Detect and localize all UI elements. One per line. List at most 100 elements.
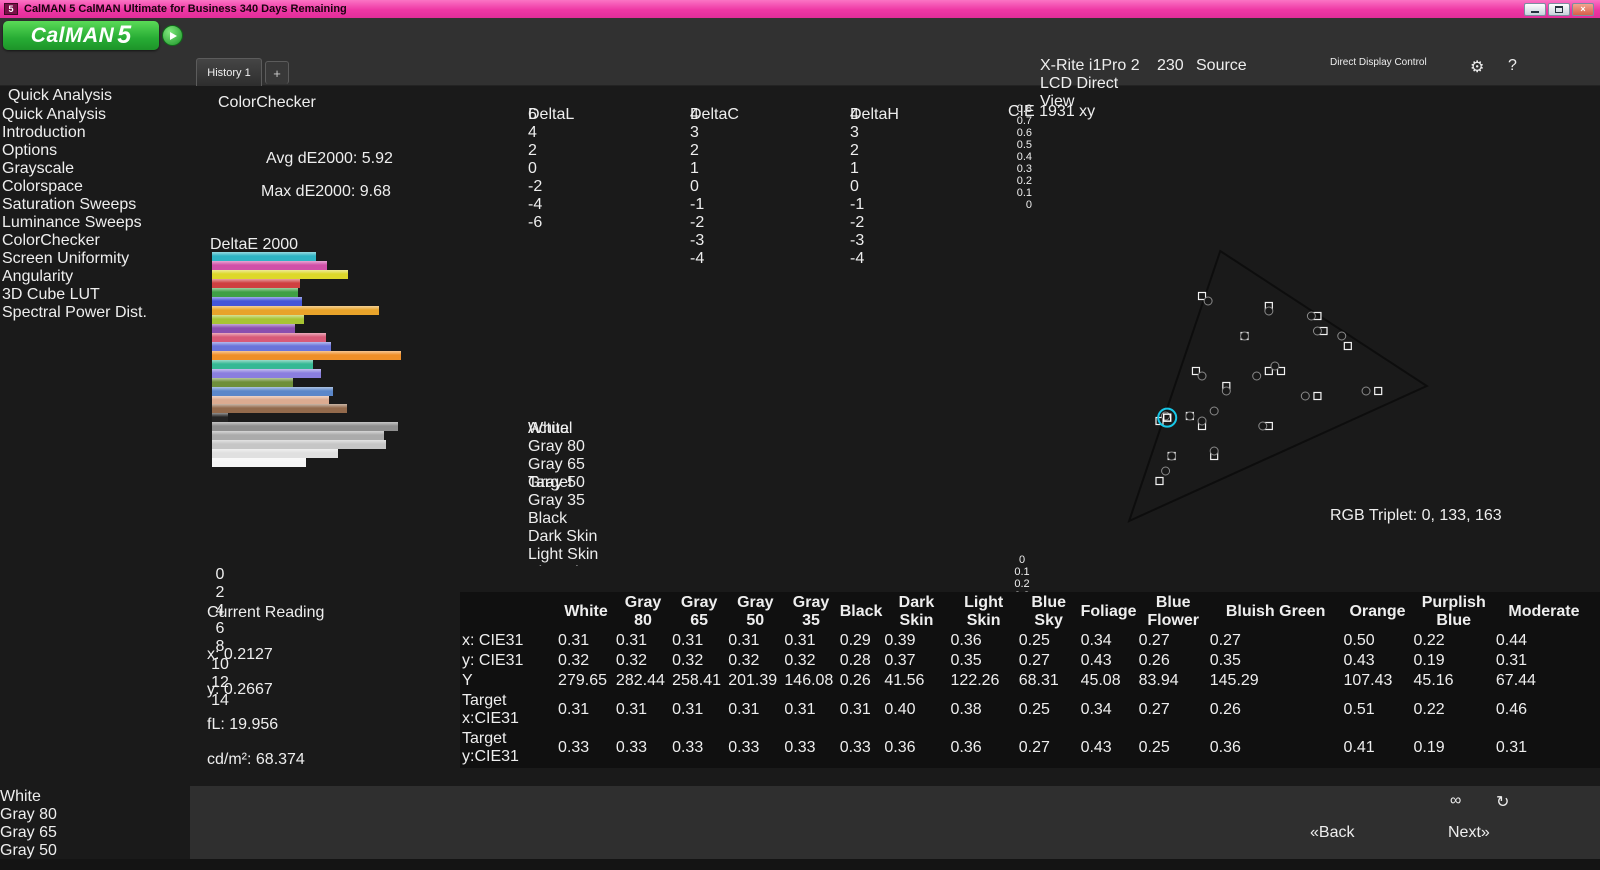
table-cell: 0.31 <box>672 632 704 649</box>
play-button[interactable] <box>1358 792 1398 818</box>
cie-measured-point <box>1161 411 1171 421</box>
table-cell: 146.08 <box>784 672 834 689</box>
table-cell: 0.32 <box>728 652 760 669</box>
table-cell: 0.36 <box>950 739 982 756</box>
sidebar-item-grayscale[interactable]: Grayscale <box>2 160 187 178</box>
table-scrollbar[interactable] <box>460 769 1600 782</box>
table-cell: 0.31 <box>728 632 760 649</box>
cie-target-point <box>1155 476 1164 486</box>
sidebar-item-colorspace[interactable]: Colorspace <box>2 178 187 196</box>
bar-gray-65 <box>212 440 387 450</box>
next-label: Next <box>1448 824 1481 841</box>
col-header-blue-sky: Blue Sky <box>1031 594 1066 629</box>
maximize-button[interactable] <box>1548 2 1570 16</box>
col-header-dark-skin: Dark Skin <box>898 594 935 629</box>
table-cell: 122.26 <box>950 672 1000 689</box>
col-header-bluish-green: Bluish Green <box>1225 603 1326 620</box>
reading-cdm2: cd/m²: 68.374 <box>207 751 305 768</box>
sidebar-root-quick-analysis[interactable]: Quick Analysis <box>2 106 187 124</box>
cie-measured-point <box>1240 331 1250 341</box>
swatch-label-white: White <box>528 420 569 437</box>
minimize-button[interactable] <box>1524 2 1546 16</box>
horizontal-scrollbar[interactable] <box>190 846 1600 859</box>
maximize-icon <box>1555 5 1563 13</box>
logo-text: CalMAN <box>30 23 115 47</box>
sidebar-item-saturation-sweeps[interactable]: Saturation Sweeps <box>2 196 187 214</box>
swatch-grid: White Gray 80 Gray 65 Gray 50 Gray 35 Black Da… <box>528 420 995 566</box>
app-icon: 5 <box>4 3 18 15</box>
table-cell: 0.41 <box>1343 739 1375 756</box>
table-row: Target x:CIE31 0.31 0.31 0.31 0.31 0.31 0.31 0.… <box>462 692 1592 728</box>
sidebar-item-3d-cube-lut[interactable]: 3D Cube LUT <box>2 286 187 304</box>
refresh-icon: ↻ <box>1496 794 1510 811</box>
table-cell: 0.19 <box>1413 739 1445 756</box>
table-cell: 0.33 <box>839 739 871 756</box>
table-row: Target y:CIE31 0.33 0.33 0.33 0.33 0.33 0.33 0.… <box>462 730 1592 766</box>
deltae-chart: DeltaE 2000 0 2 4 6 8 10 12 14 <box>210 236 506 709</box>
titlebar: 5 CalMAN 5 CalMAN Ultimate for Business … <box>0 0 1600 18</box>
row-label-y-cie31: y: CIE31 <box>462 652 524 669</box>
cie-measured-point <box>1361 386 1371 396</box>
gamut-triangle <box>1127 249 1429 523</box>
logo-arrow-button[interactable] <box>162 25 183 46</box>
col-header-purplish-blue: Purplish Blue <box>1421 594 1486 629</box>
bar-blue-sky <box>212 386 334 396</box>
cie-measured-point <box>1209 406 1219 416</box>
sidebar-item-screen-uniformity[interactable]: Screen Uniformity <box>2 250 187 268</box>
col-header-light-skin: Light Skin <box>964 594 1004 629</box>
row-label-y: Y <box>462 672 473 689</box>
continuous-button[interactable]: ∞ <box>1450 792 1490 818</box>
bar-yellow-green <box>212 314 304 324</box>
table-cell: 0.34 <box>1080 701 1112 718</box>
close-button[interactable]: × <box>1572 2 1594 16</box>
table-cell: 0.28 <box>839 652 871 669</box>
table-cell: 0.33 <box>672 739 704 756</box>
calman-logo: CalMAN 5 <box>3 21 159 50</box>
table-cell: 0.43 <box>1080 739 1112 756</box>
chevron-left-icon: « <box>1310 824 1319 841</box>
deltal-bar <box>555 120 662 245</box>
table-cell: 0.33 <box>784 739 816 756</box>
swatch-label-gray-65: Gray 65 <box>528 456 585 473</box>
swatch-label-black: Black <box>528 510 568 527</box>
sidebar-item-colorchecker[interactable]: ColorChecker <box>2 232 187 250</box>
bar-purple <box>212 323 296 333</box>
table-cell: 0.26 <box>1209 701 1241 718</box>
table-cell: 0.39 <box>884 632 916 649</box>
table-cell: 0.31 <box>784 632 816 649</box>
reading-fl: fL: 19.956 <box>207 716 279 733</box>
table-cell: 0.36 <box>1209 739 1241 756</box>
bar-bluish-green <box>212 359 313 369</box>
table-cell: 45.16 <box>1413 672 1454 689</box>
sidebar-item-spectral-power-dist[interactable]: Spectral Power Dist. <box>2 304 187 322</box>
refresh-button[interactable]: ↻ <box>1496 792 1536 818</box>
bookmark-button[interactable] <box>1404 792 1444 818</box>
bar-gray-80 <box>212 449 339 459</box>
cie-measured-point <box>1209 446 1219 456</box>
table-corner <box>462 594 556 630</box>
table-cell: 0.27 <box>1138 701 1170 718</box>
table-cell: 258.41 <box>672 672 722 689</box>
cie-chart-title: CIE 1931 xy <box>1008 103 1096 120</box>
table-cell: 107.43 <box>1343 672 1393 689</box>
table-cell: 0.35 <box>950 652 982 669</box>
bar-orange <box>212 350 402 360</box>
sidebar-item-luminance-sweeps[interactable]: Luminance Sweeps <box>2 214 187 232</box>
table-cell: 0.31 <box>558 701 590 718</box>
sidebar-item-angularity[interactable]: Angularity <box>2 268 187 286</box>
sidebar-item-options[interactable]: Options <box>2 142 187 160</box>
table-cell: 0.32 <box>615 652 648 669</box>
bar-cyan <box>212 252 317 261</box>
table-cell: 0.27 <box>1138 632 1170 649</box>
table-cell: 0.31 <box>1495 652 1528 669</box>
sidebar-item-introduction[interactable]: Introduction <box>2 124 187 142</box>
swatch-scrollbar[interactable] <box>528 570 995 583</box>
deltah-chart: DeltaH 4 3 2 1 0 -1 -2 -3 -4 <box>850 106 986 436</box>
swatch-label-gray-50: Gray 50 <box>528 474 585 491</box>
table-cell: 145.29 <box>1209 672 1259 689</box>
bar-purplish-blue <box>212 341 331 351</box>
rgb-triplet-readout: RGB Triplet: 0, 133, 163 <box>1330 507 1502 524</box>
stop-button[interactable] <box>1312 792 1352 818</box>
table-cell: 41.56 <box>884 672 925 689</box>
table-cell: 83.94 <box>1138 672 1179 689</box>
